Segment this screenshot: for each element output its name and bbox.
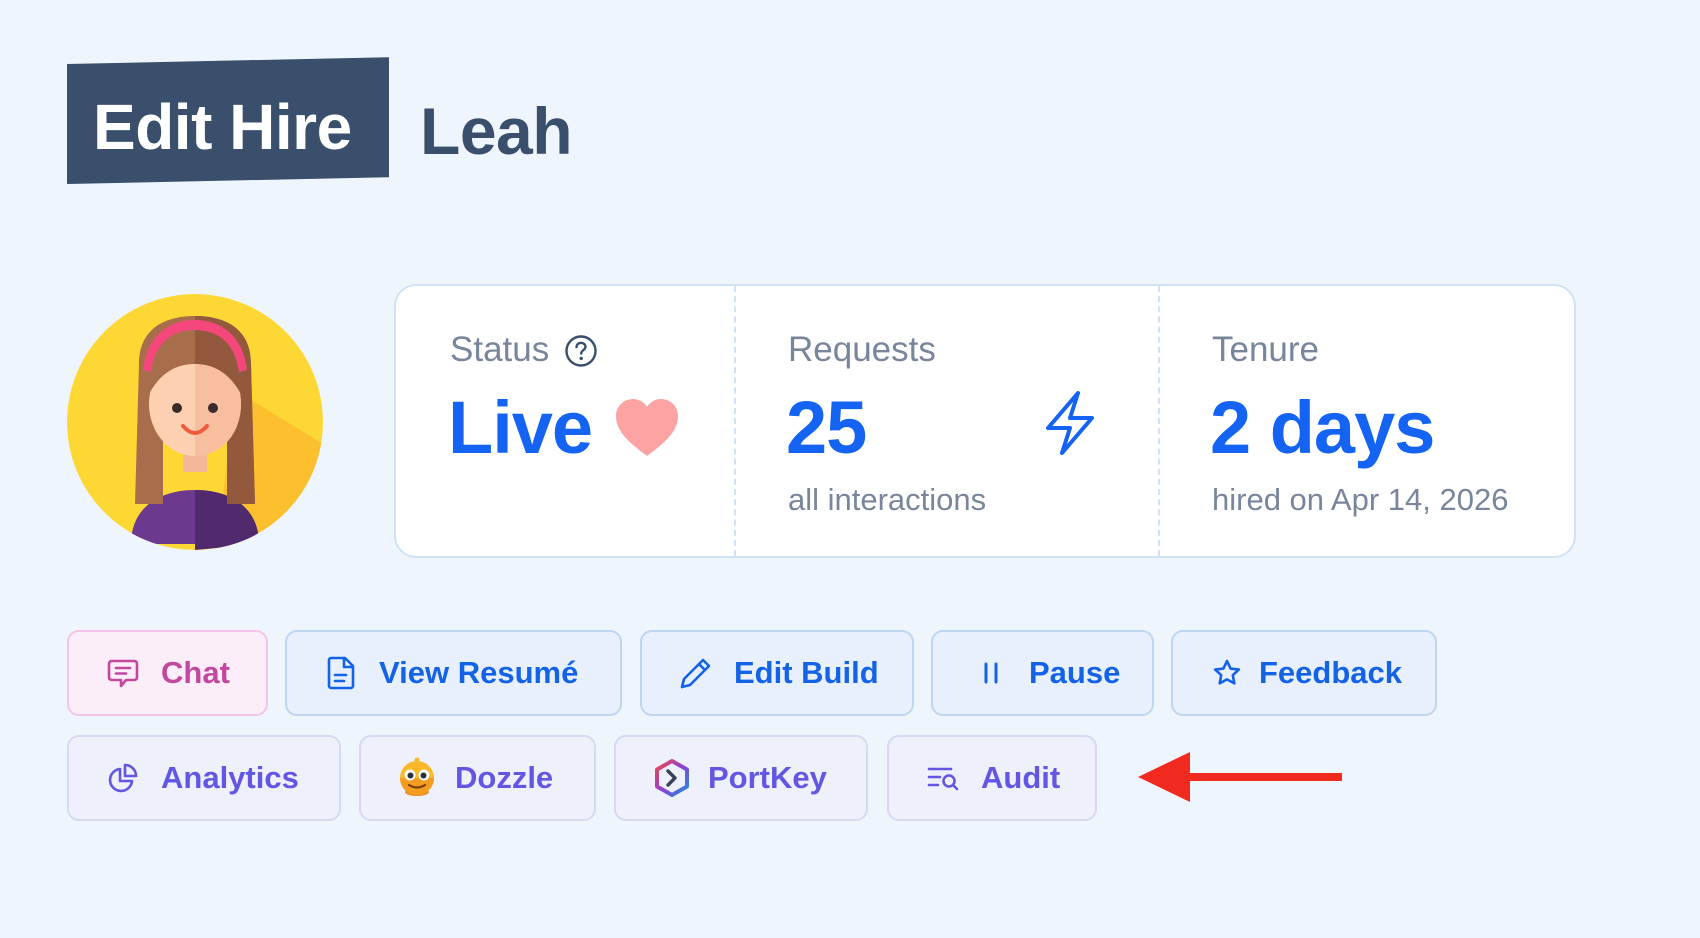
avatar xyxy=(67,294,323,550)
requests-label: Requests xyxy=(788,330,936,369)
edit-build-button-label: Edit Build xyxy=(734,655,879,690)
pie-chart-icon xyxy=(105,760,141,796)
dozzle-button-label: Dozzle xyxy=(455,760,554,795)
pencil-icon xyxy=(678,655,714,691)
audit-button[interactable]: Audit xyxy=(887,735,1097,821)
document-icon xyxy=(323,655,359,691)
tenure-value: 2 days xyxy=(1210,386,1435,469)
portkey-button-label: PortKey xyxy=(708,760,827,795)
tenure-label: Tenure xyxy=(1212,330,1320,369)
feedback-button[interactable]: Feedback xyxy=(1171,630,1437,716)
hire-name: Leah xyxy=(420,94,573,168)
lightning-icon xyxy=(1046,391,1094,455)
stats-divider xyxy=(1158,286,1160,556)
pause-icon xyxy=(973,655,1009,691)
requests-value: 25 xyxy=(786,386,867,469)
tenure-sub: hired on Apr 14, 2026 xyxy=(1212,482,1509,517)
status-label: Status xyxy=(450,330,550,369)
page-title: Edit Hire xyxy=(93,91,352,163)
view-resume-button-label: View Resumé xyxy=(379,655,579,690)
help-icon[interactable] xyxy=(564,334,598,368)
portkey-logo-icon xyxy=(652,758,692,798)
dozzle-button[interactable]: Dozzle xyxy=(359,735,596,821)
analytics-button-label: Analytics xyxy=(161,760,299,795)
feedback-button-label: Feedback xyxy=(1259,655,1403,690)
stats-divider xyxy=(734,286,736,556)
chat-button[interactable]: Chat xyxy=(67,630,268,716)
edit-build-button[interactable]: Edit Build xyxy=(640,630,914,716)
chat-icon xyxy=(105,655,141,691)
audit-button-label: Audit xyxy=(981,760,1061,795)
requests-sub: all interactions xyxy=(788,482,987,517)
pause-button-label: Pause xyxy=(1029,655,1121,690)
dozzle-logo-icon xyxy=(395,756,439,800)
view-resume-button[interactable]: View Resumé xyxy=(285,630,622,716)
portkey-button[interactable]: PortKey xyxy=(614,735,868,821)
pause-button[interactable]: Pause xyxy=(931,630,1154,716)
heart-icon xyxy=(616,399,678,456)
audit-search-icon xyxy=(925,760,961,796)
stats-card: Status Live Requests 25 all interactions… xyxy=(394,284,1576,558)
pointer-arrow-icon xyxy=(1138,752,1342,802)
star-icon xyxy=(1209,655,1245,691)
chat-button-label: Chat xyxy=(161,655,230,690)
status-value: Live xyxy=(448,386,593,469)
analytics-button[interactable]: Analytics xyxy=(67,735,341,821)
